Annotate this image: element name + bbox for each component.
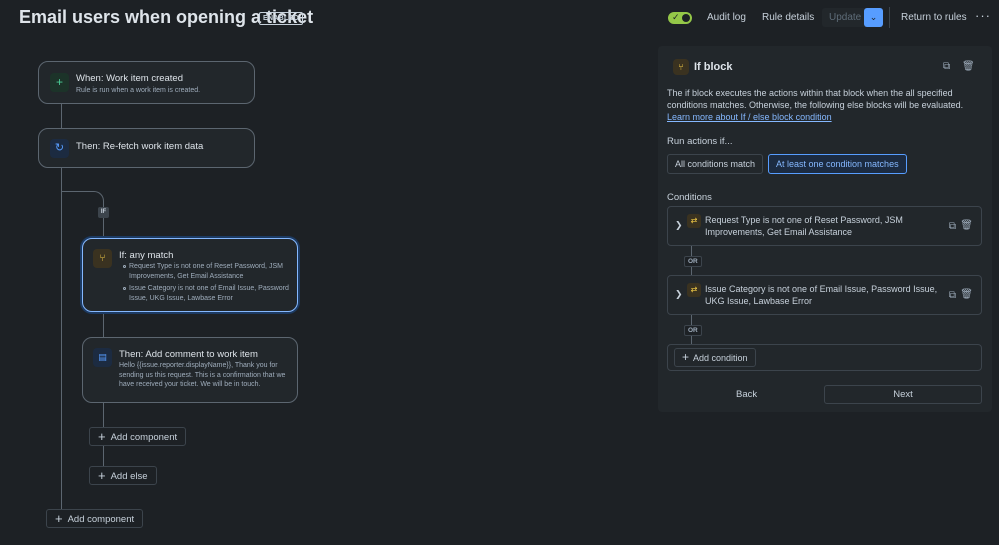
plus-icon: + [98, 429, 106, 444]
add-condition-area: + Add condition [667, 344, 982, 371]
condition-row[interactable]: ❯ ⇄ Request Type is not one of Reset Pas… [667, 206, 982, 246]
rule-details-button[interactable]: Rule details [762, 12, 814, 23]
trash-icon[interactable]: 🗑 [960, 289, 973, 300]
trigger-subtitle: Rule is run when a work item is created. [76, 87, 201, 94]
if-badge: IF [98, 207, 109, 218]
swap-icon: ⇄ [687, 214, 701, 228]
add-component-outer-button[interactable]: + Add component [46, 509, 144, 528]
or-tag: OR [684, 325, 702, 336]
or-tag: OR [684, 256, 702, 267]
add-else-button[interactable]: + Add else [89, 466, 157, 485]
comment-icon: ▤ [93, 348, 112, 367]
add-condition-button[interactable]: + Add condition [674, 348, 756, 367]
duplicate-icon[interactable]: ⧉ [949, 221, 956, 232]
bullet [123, 287, 126, 290]
panel-description: The if block executes the actions within… [667, 87, 987, 123]
conditions-label: Conditions [667, 192, 712, 203]
add-component-button[interactable]: + Add component [89, 427, 187, 446]
connector-line [61, 103, 62, 129]
add-component-label: Add component [110, 432, 178, 443]
chevron-right-icon[interactable]: ❯ [675, 289, 683, 300]
chevron-right-icon[interactable]: ❯ [675, 220, 683, 231]
learn-more-link[interactable]: Learn more about If / else block conditi… [667, 112, 832, 122]
header-divider [889, 7, 890, 28]
trash-icon[interactable]: 🗑 [960, 220, 973, 231]
check-icon: ✓ [672, 12, 680, 22]
audit-log-button[interactable]: Audit log [707, 12, 746, 23]
more-icon[interactable]: ··· [975, 8, 991, 23]
trigger-card[interactable]: + When: Work item created Rule is run wh… [38, 61, 255, 104]
if-condition-1: Request Type is not one of Reset Passwor… [129, 263, 283, 280]
description-text: The if block executes the actions within… [667, 88, 964, 110]
plus-icon: + [55, 511, 63, 526]
duplicate-icon[interactable]: ⧉ [943, 61, 950, 72]
comment-title: Then: Add comment to work item [119, 349, 258, 360]
next-button[interactable]: Next [824, 385, 982, 404]
swap-icon: ⇄ [687, 283, 701, 297]
trash-icon[interactable]: 🗑 [962, 61, 975, 72]
if-condition-2: Issue Category is not one of Email Issue… [129, 285, 289, 302]
add-else-label: Add else [110, 471, 148, 482]
all-conditions-option[interactable]: All conditions match [667, 154, 764, 174]
update-options-button[interactable]: ⌄ [864, 8, 883, 27]
run-actions-label: Run actions if... [667, 136, 733, 147]
status-badge: ENABLED [259, 12, 303, 25]
toggle-knob [682, 14, 690, 22]
add-component-label: Add component [67, 514, 135, 525]
if-title: If: any match [119, 250, 174, 261]
any-condition-option[interactable]: At least one condition matches [768, 154, 907, 174]
chevron-down-icon: ⌄ [869, 12, 878, 22]
plus-icon: + [98, 468, 106, 483]
refresh-icon: ↻ [50, 139, 69, 158]
duplicate-icon[interactable]: ⧉ [949, 290, 956, 301]
connector-line [103, 312, 104, 338]
if-block-card[interactable]: ⑂ If: any match Request Type is not one … [82, 238, 298, 312]
condition-text: Request Type is not one of Reset Passwor… [705, 215, 903, 237]
update-button[interactable]: Update [822, 8, 869, 27]
branch-icon: ⑂ [93, 249, 112, 268]
refetch-title: Then: Re-fetch work item data [76, 141, 204, 152]
condition-row[interactable]: ❯ ⇄ Issue Category is not one of Email I… [667, 275, 982, 315]
refetch-card[interactable]: ↻ Then: Re-fetch work item data [38, 128, 255, 168]
panel-title: If block [694, 61, 733, 73]
trigger-title: When: Work item created [76, 73, 184, 84]
comment-card[interactable]: ▤ Then: Add comment to work item Hello {… [82, 337, 298, 403]
return-to-rules-button[interactable]: Return to rules [901, 12, 967, 23]
bullet [123, 265, 126, 268]
add-condition-label: Add condition [693, 353, 748, 363]
comment-body: Hello {{issue.reporter.displayName}}, Th… [119, 362, 286, 388]
plus-icon: + [50, 73, 69, 92]
branch-icon: ⑂ [673, 59, 689, 75]
condition-text: Issue Category is not one of Email Issue… [705, 284, 938, 306]
plus-icon: + [682, 350, 690, 364]
rule-enabled-toggle[interactable]: ✓ [668, 12, 692, 24]
back-button[interactable]: Back [736, 389, 757, 400]
